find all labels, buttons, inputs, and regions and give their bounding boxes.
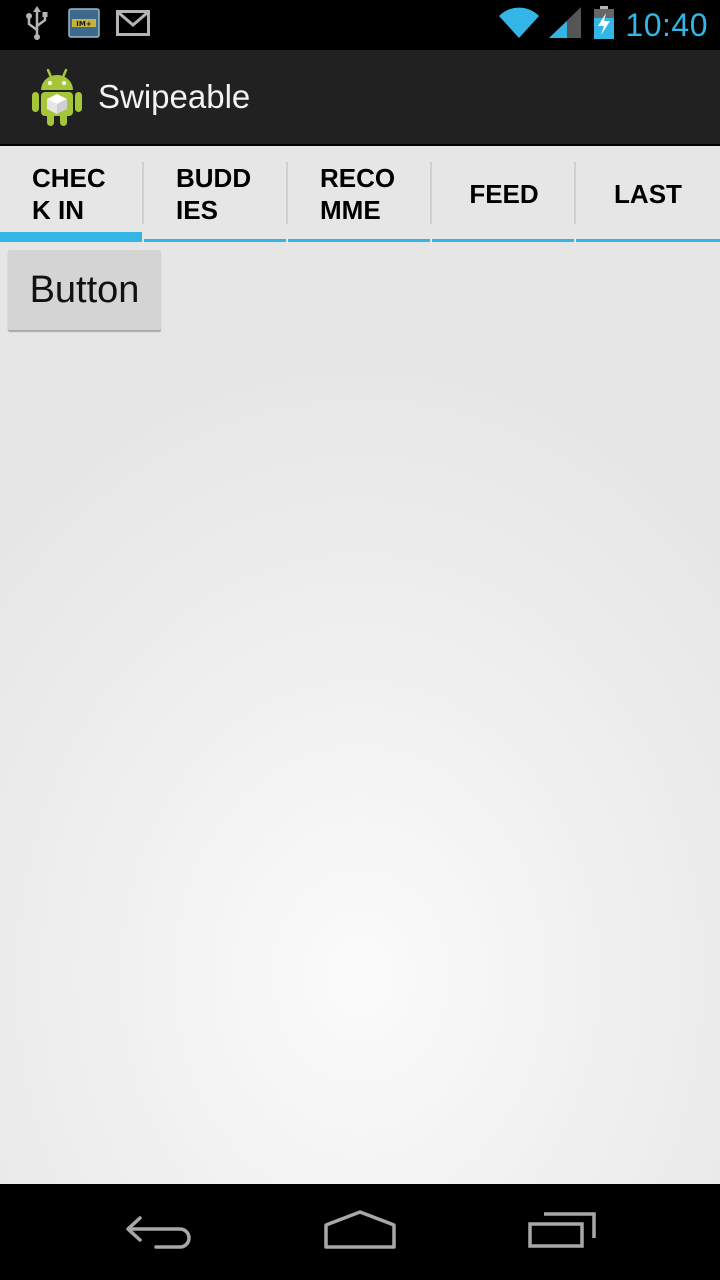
tab-indicator-selected [0, 232, 142, 242]
content-area: CHECK IN BUDDIES RECOMME FEED LAST Butto… [0, 146, 720, 1184]
tab-check-in[interactable]: CHECK IN [0, 146, 144, 242]
cell-signal-icon [549, 6, 583, 44]
tab-label: LAST [614, 179, 682, 209]
im-notification-icon: IM+ [68, 7, 100, 43]
tab-label: BUDDIES [176, 163, 252, 225]
wifi-icon [499, 7, 540, 44]
action-bar: Swipeable [0, 50, 720, 146]
home-icon [322, 1209, 398, 1256]
recent-apps-button[interactable] [514, 1202, 610, 1262]
tab-strip: CHECK IN BUDDIES RECOMME FEED LAST [0, 146, 720, 242]
tab-indicator [144, 239, 286, 242]
recent-apps-icon [526, 1210, 598, 1255]
usb-icon [22, 5, 52, 45]
home-button[interactable] [312, 1202, 408, 1262]
back-icon [124, 1210, 196, 1255]
battery-charging-icon [593, 5, 615, 45]
notification-icons: IM+ [22, 5, 150, 45]
svg-text:IM+: IM+ [76, 20, 92, 28]
tab-indicator [432, 239, 574, 242]
android-screen: IM+ 10:40 Swipeable CHECK IN BUDDIES REC… [0, 0, 720, 1280]
tab-recomme[interactable]: RECOMME [288, 146, 432, 242]
tab-feed[interactable]: FEED [432, 146, 576, 242]
clock: 10:40 [625, 6, 708, 43]
tab-indicator [288, 239, 430, 242]
navigation-bar [0, 1184, 720, 1280]
app-title: Swipeable [98, 78, 251, 115]
tab-indicator [576, 239, 720, 242]
tab-buddies[interactable]: BUDDIES [144, 146, 288, 242]
tab-last[interactable]: LAST [576, 146, 720, 242]
tab-label: FEED [469, 179, 539, 209]
button[interactable]: Button [8, 250, 161, 330]
tab-label: RECOMME [320, 163, 396, 225]
back-button[interactable] [112, 1202, 208, 1262]
tab-label: CHECK IN [32, 163, 106, 225]
system-status: 10:40 [499, 5, 708, 45]
status-bar: IM+ 10:40 [0, 0, 720, 50]
gmail-icon [116, 9, 150, 41]
android-app-icon[interactable] [30, 68, 84, 128]
